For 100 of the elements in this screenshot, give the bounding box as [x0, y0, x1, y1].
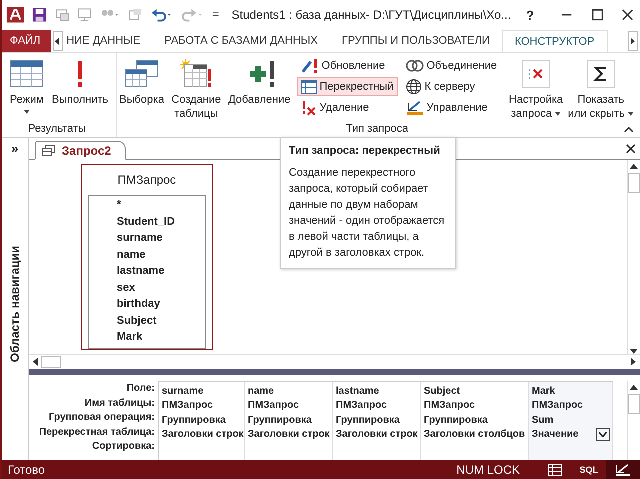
- grid-cell[interactable]: Заголовки столбцов: [421, 428, 528, 442]
- row-label: Имя таблицы:: [84, 398, 155, 410]
- grid-cell[interactable]: Группировка: [421, 413, 528, 428]
- scroll-up-icon[interactable]: [630, 385, 638, 390]
- grid-cell[interactable]: ПМЗапрос: [421, 398, 528, 413]
- ribbon-button[interactable]: Режим: [4, 56, 50, 115]
- ribbon-button[interactable]: Добавление: [226, 56, 293, 108]
- grid-cell[interactable]: Sum: [529, 413, 612, 428]
- undo-icon[interactable]: [150, 7, 174, 23]
- caret-icon: [555, 112, 562, 116]
- group-label: Тип запроса: [346, 123, 408, 137]
- design-view-button[interactable]: [606, 460, 640, 479]
- expand-button[interactable]: »: [11, 138, 19, 159]
- grid-cell[interactable]: Значение: [529, 428, 612, 442]
- ribbon-button[interactable]: Объединение: [402, 56, 502, 75]
- collapse-ribbon-icon[interactable]: [624, 127, 634, 133]
- row-label: Перекрестная таблица:: [39, 426, 155, 440]
- table-title: ПМЗапрос: [118, 173, 176, 187]
- field-item[interactable]: Subject: [117, 314, 205, 331]
- grid-cell[interactable]: Заголовки строк: [159, 428, 244, 442]
- field-item[interactable]: birthday: [117, 298, 205, 314]
- scroll-right-icon[interactable]: [631, 358, 636, 366]
- grid-cell[interactable]: Заголовки строк: [245, 428, 332, 442]
- field-item[interactable]: Mark: [117, 331, 205, 348]
- field-item[interactable]: lastname: [117, 265, 205, 282]
- app-icon[interactable]: [6, 5, 26, 25]
- grid-cell[interactable]: name: [245, 384, 332, 398]
- close-icon[interactable]: [626, 144, 636, 154]
- ribbon-tab[interactable]: ГРУППЫ И ПОЛЬЗОВАТЕЛИ: [330, 30, 502, 52]
- sql-view-button[interactable]: SQL: [572, 460, 606, 479]
- grid-cell[interactable]: Mark: [529, 384, 612, 398]
- table-icon: [300, 80, 317, 94]
- document-tab[interactable]: Запрос2: [35, 141, 126, 160]
- tables-icon: [124, 60, 159, 88]
- field-item[interactable]: name: [117, 248, 205, 265]
- exclamation-icon: [76, 60, 84, 88]
- grid-cell[interactable]: Группировка: [159, 413, 244, 428]
- caret-icon: [630, 38, 636, 44]
- row-label: Поле:: [126, 383, 155, 396]
- ruler-pencil-icon: [406, 100, 424, 116]
- scroll-thumb[interactable]: [628, 173, 640, 193]
- grid-cell[interactable]: ПМЗапрос: [245, 398, 332, 413]
- scroll-left-icon[interactable]: [33, 358, 38, 366]
- field-item[interactable]: *: [117, 199, 205, 216]
- grid-cell[interactable]: Группировка: [245, 413, 332, 428]
- sigma-icon: [587, 60, 616, 88]
- save-icon[interactable]: [32, 7, 48, 23]
- scroll-right-button[interactable]: [628, 31, 638, 51]
- scroll-thumb[interactable]: [41, 356, 61, 368]
- window-title: Students1 : база данных- D:\ГУТ\Дисциплины\Хо...: [232, 8, 512, 22]
- ribbon-tab[interactable]: РАБОТА С БАЗАМИ ДАННЫХ: [152, 30, 330, 52]
- ribbon-button[interactable]: Управление: [402, 98, 502, 117]
- ribbon-button[interactable]: Обновление: [296, 56, 398, 75]
- num-lock-indicator: NUM LOCK: [456, 462, 520, 476]
- query-setup-icon: [522, 60, 550, 88]
- help-button[interactable]: ?: [518, 8, 542, 22]
- caret-icon: [628, 112, 634, 116]
- scroll-left-button[interactable]: [52, 31, 63, 51]
- new-table-icon: [179, 59, 214, 89]
- field-item[interactable]: surname: [117, 232, 205, 248]
- ribbon-tab[interactable]: НИЕ ДАННЫЕ: [64, 30, 153, 52]
- group-label: Результаты: [28, 123, 86, 137]
- grid-cell[interactable]: ПМЗапрос: [159, 398, 244, 413]
- grid-cell[interactable]: Заголовки строк: [333, 428, 420, 442]
- grid-cell[interactable]: ПМЗапрос: [333, 398, 420, 413]
- ribbon-button[interactable]: Выполнить: [50, 56, 110, 108]
- ribbon-button[interactable]: Удаление: [296, 98, 398, 117]
- datasheet-icon: [10, 60, 44, 88]
- grid-cell[interactable]: Subject: [421, 384, 528, 398]
- scroll-up-icon[interactable]: [630, 164, 638, 169]
- ribbon-button[interactable]: Выборка: [117, 56, 166, 108]
- ribbon-button[interactable]: Показать или скрыть: [565, 56, 638, 122]
- status-text: Готово: [8, 462, 46, 476]
- dropdown-button[interactable]: [596, 428, 610, 442]
- grid-cell[interactable]: ПМЗапрос: [529, 398, 612, 413]
- datasheet-icon: [548, 464, 562, 476]
- scroll-down-icon[interactable]: [630, 349, 638, 354]
- ribbon-button[interactable]: К серверу: [402, 77, 502, 96]
- field-item[interactable]: sex: [117, 282, 205, 298]
- ribbon-button[interactable]: Создание таблицы: [166, 56, 226, 122]
- grid-cell[interactable]: lastname: [333, 384, 420, 398]
- grid-cell[interactable]: surname: [159, 384, 244, 398]
- maximize-icon[interactable]: [592, 9, 604, 21]
- ribbon-button[interactable]: Настройка запроса: [507, 56, 566, 122]
- vertical-scrollbar[interactable]: [627, 160, 640, 354]
- field-item[interactable]: Student_ID: [117, 216, 205, 232]
- query-icon: [42, 144, 56, 156]
- grid-cell[interactable]: Группировка: [333, 413, 420, 428]
- union-icon: [406, 58, 424, 72]
- table-box[interactable]: ПМЗапрос * Student_ID surname name lastname sex birthday Subject Mark: [81, 164, 213, 350]
- file-tab[interactable]: ФАЙЛ: [2, 30, 51, 52]
- ribbon-button[interactable]: Перекрестный: [296, 77, 398, 96]
- scroll-thumb[interactable]: [628, 394, 640, 414]
- globe-icon: [406, 78, 422, 94]
- ribbon-tab[interactable]: КОНСТРУКТОР: [502, 30, 608, 52]
- row-label: Сортировка:: [92, 441, 155, 454]
- vertical-scrollbar[interactable]: [627, 381, 640, 460]
- caret-icon: [599, 432, 607, 438]
- close-icon[interactable]: [622, 9, 634, 21]
- pencil-exclamation-icon: [300, 58, 319, 74]
